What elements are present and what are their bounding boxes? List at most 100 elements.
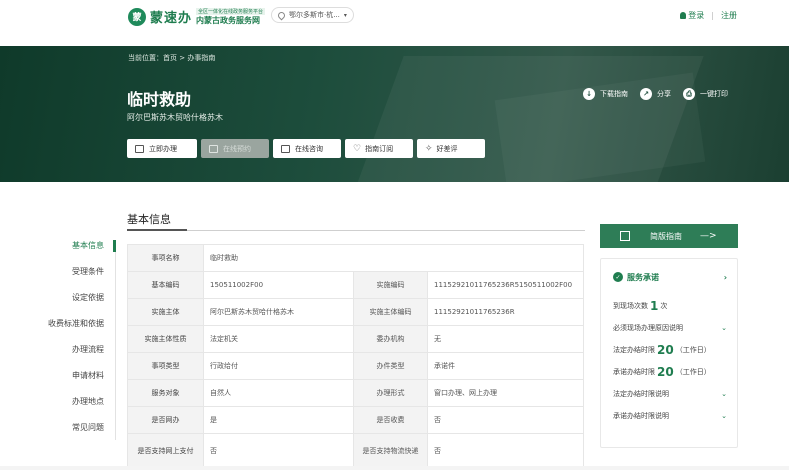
left-nav: 基本信息 受理条件 设定依据 收费标准和依据 办理流程 申请材料 办理地点 常见… bbox=[44, 238, 116, 446]
table-value: 临时救助 bbox=[203, 244, 584, 272]
promise-note-row[interactable]: 承诺办结时限说明 ⌄ bbox=[613, 405, 727, 427]
register-link[interactable]: 注册 bbox=[721, 10, 737, 21]
print-button[interactable]: ⎙ 一键打印 bbox=[683, 88, 728, 100]
nav-item-faq[interactable]: 常见问题 bbox=[44, 420, 116, 446]
table-row: 服务对象 自然人 办理形式 窗口办理、网上办理 bbox=[127, 379, 584, 407]
table-value: 法定机关 bbox=[203, 325, 354, 353]
login-link[interactable]: 登录 bbox=[688, 10, 704, 21]
location-selector[interactable]: 鄂尔多斯市·杭... ▾ bbox=[271, 7, 354, 23]
legal-limit-row: 法定办结时限 20 （工作日） bbox=[613, 339, 727, 361]
breadcrumb-label: 当前位置： bbox=[128, 54, 163, 62]
table-value: 是 bbox=[203, 406, 354, 434]
promise-limit-unit: （工作日） bbox=[675, 368, 711, 376]
guide-button-label: 简版指南 bbox=[650, 231, 682, 241]
table-value: 否 bbox=[427, 406, 584, 434]
download-icon: ↓ bbox=[583, 88, 595, 100]
table-key: 办理形式 bbox=[353, 379, 428, 407]
table-value: 阿尔巴斯苏木贸哈什格苏木 bbox=[203, 298, 354, 326]
nav-item-basis[interactable]: 设定依据 bbox=[44, 290, 116, 316]
nav-item-process[interactable]: 办理流程 bbox=[44, 342, 116, 368]
breadcrumb-home[interactable]: 首页 bbox=[163, 54, 177, 62]
table-row: 事项类型 行政给付 办件类型 承诺件 bbox=[127, 352, 584, 380]
promise-header[interactable]: ✓ 服务承诺 › bbox=[613, 269, 727, 285]
chat-icon bbox=[281, 144, 290, 153]
button-label: 指南订阅 bbox=[365, 144, 394, 153]
table-key: 委办机构 bbox=[353, 325, 428, 353]
auth-links: 登录 | 注册 bbox=[680, 10, 737, 21]
share-button[interactable]: ↗ 分享 bbox=[640, 88, 671, 100]
need-visit-row[interactable]: 必须现场办理原因说明 ⌄ bbox=[613, 317, 727, 339]
button-label: 在线预约 bbox=[223, 144, 251, 153]
print-icon: ⎙ bbox=[683, 88, 695, 100]
thumbs-icon: ✧ bbox=[425, 143, 433, 154]
promise-title: 服务承诺 bbox=[627, 272, 659, 282]
table-value: 行政给付 bbox=[203, 352, 354, 380]
button-label: 好差评 bbox=[436, 144, 458, 153]
apply-now-button[interactable]: 立即办理 bbox=[127, 139, 197, 158]
logo-sub-top: 全区一体化在线政务服务平台 bbox=[196, 7, 266, 15]
table-key: 事项名称 bbox=[127, 244, 204, 272]
action-label: 一键打印 bbox=[700, 90, 728, 98]
table-key: 实施主体编码 bbox=[353, 298, 428, 326]
logo-text: 蒙速办 bbox=[150, 11, 193, 26]
promise-limit-row: 承诺办结时限 20 （工作日） bbox=[613, 361, 727, 383]
promise-limit-label: 承诺办结时限 bbox=[613, 368, 655, 376]
legal-note-label: 法定办结时限说明 bbox=[613, 390, 669, 398]
chevron-down-icon: ⌄ bbox=[721, 412, 727, 420]
document-icon bbox=[620, 231, 630, 241]
table-key: 实施主体性质 bbox=[127, 325, 204, 353]
table-key: 实施主体 bbox=[127, 298, 204, 326]
visits-value: 1 bbox=[650, 299, 659, 313]
nav-item-basic-info[interactable]: 基本信息 bbox=[44, 238, 116, 264]
site-logo[interactable]: 蒙 蒙速办 全区一体化在线政务服务平台 内蒙古政务服务网 bbox=[128, 7, 266, 26]
table-value: 承诺件 bbox=[427, 352, 584, 380]
table-key: 实施编码 bbox=[353, 271, 428, 299]
legal-limit-label: 法定办结时限 bbox=[613, 346, 655, 354]
button-label: 在线咨询 bbox=[295, 144, 323, 153]
legal-note-row[interactable]: 法定办结时限说明 ⌄ bbox=[613, 383, 727, 405]
visits-label: 到现场次数 bbox=[613, 302, 648, 310]
table-row: 事项名称 临时救助 bbox=[127, 244, 584, 272]
subscribe-guide-button[interactable]: ♡ 指南订阅 bbox=[345, 139, 413, 158]
rating-button[interactable]: ✧ 好差评 bbox=[417, 139, 485, 158]
table-value: 11152921011765236R5150511002F00 bbox=[427, 271, 584, 299]
nav-item-conditions[interactable]: 受理条件 bbox=[44, 264, 116, 290]
visits-unit: 次 bbox=[660, 302, 668, 310]
brief-guide-button[interactable]: 简版指南 —> bbox=[600, 224, 738, 248]
online-consult-button[interactable]: 在线咨询 bbox=[273, 139, 341, 158]
table-value: 否 bbox=[203, 433, 354, 469]
nav-item-location[interactable]: 办理地点 bbox=[44, 394, 116, 420]
online-booking-button[interactable]: 在线预约 bbox=[201, 139, 269, 158]
nav-item-materials[interactable]: 申请材料 bbox=[44, 368, 116, 394]
table-key: 是否支持网上支付 bbox=[127, 433, 204, 469]
section-title: 基本信息 bbox=[127, 213, 171, 226]
page-subtitle: 阿尔巴斯苏木贸哈什格苏木 bbox=[127, 113, 223, 122]
table-value: 150511002F00 bbox=[203, 271, 354, 299]
divider: | bbox=[711, 11, 714, 20]
table-row: 是否支持网上支付 否 是否支持物流快递 否 bbox=[127, 433, 584, 469]
action-label: 分享 bbox=[657, 90, 671, 98]
table-row: 实施主体 阿尔巴斯苏木贸哈什格苏木 实施主体编码 111529210117652… bbox=[127, 298, 584, 326]
basic-info-table: 事项名称 临时救助 基本编码 150511002F00 实施编码 1115292… bbox=[127, 244, 584, 469]
table-key: 是否收费 bbox=[353, 406, 428, 434]
table-row: 基本编码 150511002F00 实施编码 11152921011765236… bbox=[127, 271, 584, 299]
chevron-down-icon: ▾ bbox=[343, 11, 347, 19]
chevron-down-icon: ⌄ bbox=[721, 390, 727, 398]
download-guide-button[interactable]: ↓ 下载指南 bbox=[583, 88, 628, 100]
table-value: 无 bbox=[427, 325, 584, 353]
chevron-right-icon: › bbox=[723, 272, 727, 282]
table-value: 否 bbox=[427, 433, 584, 469]
chevron-down-icon: ⌄ bbox=[721, 324, 727, 332]
need-visit-label: 必须现场办理原因说明 bbox=[613, 324, 683, 332]
section-divider bbox=[127, 229, 585, 231]
table-key: 是否支持物流快递 bbox=[353, 433, 428, 469]
calendar-icon bbox=[209, 144, 218, 153]
share-icon: ↗ bbox=[640, 88, 652, 100]
location-text: 鄂尔多斯市·杭... bbox=[289, 11, 340, 19]
logo-sub-bottom: 内蒙古政务服务网 bbox=[196, 15, 261, 25]
user-icon bbox=[680, 12, 687, 19]
legal-limit-unit: （工作日） bbox=[675, 346, 711, 354]
heart-icon: ♡ bbox=[353, 143, 362, 154]
action-label: 下载指南 bbox=[600, 90, 628, 98]
nav-item-fees[interactable]: 收费标准和依据 bbox=[44, 316, 116, 342]
